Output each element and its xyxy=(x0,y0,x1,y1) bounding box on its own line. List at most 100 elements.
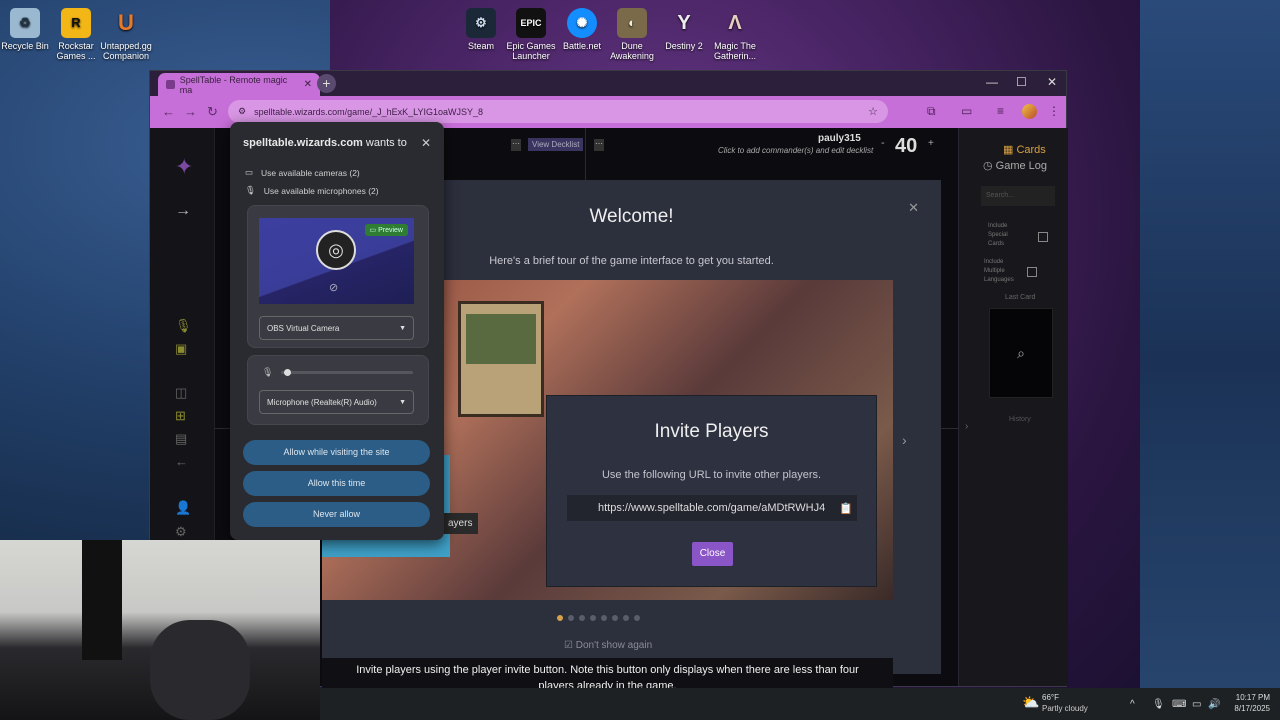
taskbar: ⛅ 66°F Partly cloudy ^ 🎙 ⌨ ▭ 🔊 10:17 PM … xyxy=(320,688,1280,720)
minimize-button[interactable]: — xyxy=(986,75,998,89)
close-window-button[interactable]: ✕ xyxy=(1047,75,1057,89)
commander-hint[interactable]: Click to add commander(s) and edit deckl… xyxy=(718,146,873,155)
mic-box: 🎙 Microphone (Realtek(R) Audio) ▼ xyxy=(247,355,429,425)
invite-url-field[interactable]: https://www.spelltable.com/game/aMDtRWHJ… xyxy=(567,495,857,521)
volume-icon[interactable]: 🔊 xyxy=(1208,699,1220,710)
untapped-icon: U xyxy=(118,10,134,35)
menu-kebab-icon[interactable]: ⋮ xyxy=(1048,104,1060,118)
include-special-checkbox[interactable] xyxy=(1038,232,1048,242)
reload-icon[interactable]: ↻ xyxy=(207,104,218,120)
never-allow-button[interactable]: Never allow xyxy=(243,502,430,527)
steam-icon: ⚙ xyxy=(466,8,496,38)
close-button[interactable]: Close xyxy=(692,542,733,566)
microphone-icon[interactable]: 🎙 xyxy=(175,318,192,334)
tab-cards[interactable]: ▦ Cards xyxy=(1003,143,1046,156)
obs-logo-icon: ◎ xyxy=(316,230,356,270)
clock-icon: ◷ xyxy=(983,160,996,172)
add-player-icon[interactable]: 👤 xyxy=(175,500,191,516)
desktop-icon-untapped[interactable]: U Untapped.gg Companion xyxy=(94,6,158,62)
collapse-arrow-icon[interactable]: › xyxy=(965,421,968,432)
url-bar[interactable]: ⚙ spelltable.wizards.com/game/_J_hExK_LY… xyxy=(228,100,888,123)
site-info-icon[interactable]: ⚙ xyxy=(238,106,246,117)
leave-icon[interactable]: ← xyxy=(175,454,188,469)
new-tab-button[interactable]: + xyxy=(317,74,336,93)
destiny-icon: Y xyxy=(677,12,691,34)
allow-visiting-button[interactable]: Allow while visiting the site xyxy=(243,440,430,465)
tour-dot[interactable] xyxy=(568,615,574,621)
last-card-slot[interactable]: ⌕ xyxy=(989,308,1053,398)
layout-icon[interactable]: ◫ xyxy=(175,385,187,401)
dune-icon: ◐ xyxy=(617,8,647,38)
more-icon[interactable]: ⋯ xyxy=(594,139,604,151)
tour-pagination xyxy=(557,615,640,621)
last-card-label: Last Card xyxy=(1005,294,1036,301)
card-image xyxy=(458,301,544,417)
tour-dot[interactable] xyxy=(623,615,629,621)
close-icon[interactable]: ✕ xyxy=(908,200,919,216)
close-tab-icon[interactable]: ✕ xyxy=(304,79,312,90)
tour-dot[interactable] xyxy=(579,615,585,621)
microphone-icon[interactable]: 🎙 xyxy=(1152,699,1165,710)
camera-permission-row: ▭ Use available cameras (2) xyxy=(245,167,360,178)
dont-show-again[interactable]: ☑ Don't show again xyxy=(564,640,652,651)
camera-icon: ▭ xyxy=(245,167,254,177)
camera-icon[interactable]: ▣ xyxy=(175,341,187,357)
close-icon[interactable]: ✕ xyxy=(421,136,431,150)
caret-down-icon: ▼ xyxy=(399,398,406,406)
divider xyxy=(585,128,586,183)
expand-arrow-icon[interactable]: → xyxy=(175,202,191,220)
title-bar: SpellTable - Remote magic ma ✕ + — ☐ ✕ xyxy=(150,71,1066,96)
invite-title: Invite Players xyxy=(654,421,769,442)
webcam-overlay xyxy=(0,540,320,720)
invite-note: Use the following URL to invite other pl… xyxy=(601,469,822,481)
tour-side-label: ayers xyxy=(442,513,479,534)
allow-once-button[interactable]: Allow this time xyxy=(243,471,430,496)
microphone-select[interactable]: Microphone (Realtek(R) Audio) ▼ xyxy=(259,390,414,414)
tour-dot[interactable] xyxy=(634,615,640,621)
tour-dot[interactable] xyxy=(557,615,563,621)
more-icon[interactable]: ⋯ xyxy=(511,139,521,151)
weather-icon: ⛅ xyxy=(1022,694,1040,710)
tour-dot[interactable] xyxy=(612,615,618,621)
view-decklist-button[interactable]: View Decklist xyxy=(528,138,584,151)
back-icon[interactable]: ← xyxy=(162,104,175,119)
profile-avatar[interactable] xyxy=(1022,104,1037,119)
recycle-bin-icon: ♻ xyxy=(10,8,40,38)
maximize-button[interactable]: ☐ xyxy=(1016,75,1027,89)
desktop-icon-mtg[interactable]: Λ Magic The Gatherin... xyxy=(703,6,767,61)
include-multiple-checkbox[interactable] xyxy=(1027,267,1037,277)
clock-date[interactable]: 8/17/2025 xyxy=(1226,704,1270,713)
mic-level-meter xyxy=(281,369,413,376)
tour-dot[interactable] xyxy=(601,615,607,621)
microphone-icon: 🎙 xyxy=(245,185,256,195)
show-hidden-icons[interactable]: ^ xyxy=(1130,699,1135,710)
media-icon[interactable]: ≡ xyxy=(997,104,1004,118)
preview-badge: ▭ Preview xyxy=(364,224,408,236)
life-plus-button[interactable]: + xyxy=(928,138,934,149)
card-icon[interactable]: ▤ xyxy=(175,431,187,447)
keyboard-icon[interactable]: ⌨ xyxy=(1172,699,1186,710)
tab-game-log[interactable]: ◷ Game Log xyxy=(983,159,1047,172)
camera-select[interactable]: OBS Virtual Camera ▼ xyxy=(259,316,414,340)
copy-icon[interactable]: 📋 xyxy=(839,502,853,515)
epic-icon: EPIC xyxy=(516,8,546,38)
player-name: pauly315 xyxy=(818,133,861,144)
display-icon[interactable]: ▭ xyxy=(1192,699,1201,710)
permission-popup: spelltable.wizards.com wants to ✕ ▭ Use a… xyxy=(230,122,444,540)
card-search-input[interactable]: Search... xyxy=(981,186,1055,206)
forward-icon[interactable]: → xyxy=(184,104,197,119)
grid-icon[interactable]: ⊞ xyxy=(175,408,186,424)
checkbox-icon: ☑ xyxy=(564,640,576,651)
next-arrow-icon[interactable]: › xyxy=(902,432,907,448)
life-minus-button[interactable]: - xyxy=(881,137,885,149)
search-icon: ⌕ xyxy=(1017,344,1025,361)
wallpaper-right xyxy=(1140,0,1280,720)
browser-tab[interactable]: SpellTable - Remote magic ma ✕ xyxy=(158,73,320,96)
clock-time[interactable]: 10:17 PM xyxy=(1230,693,1270,702)
settings-icon[interactable]: ⚙ xyxy=(175,524,187,540)
bookmark-star-icon[interactable]: ☆ xyxy=(868,105,878,118)
cast-icon[interactable]: ▭ xyxy=(961,104,972,118)
invite-dialog: Invite Players Use the following URL to … xyxy=(546,395,877,587)
tour-dot[interactable] xyxy=(590,615,596,621)
extensions-icon[interactable]: ⧉ xyxy=(927,104,936,119)
